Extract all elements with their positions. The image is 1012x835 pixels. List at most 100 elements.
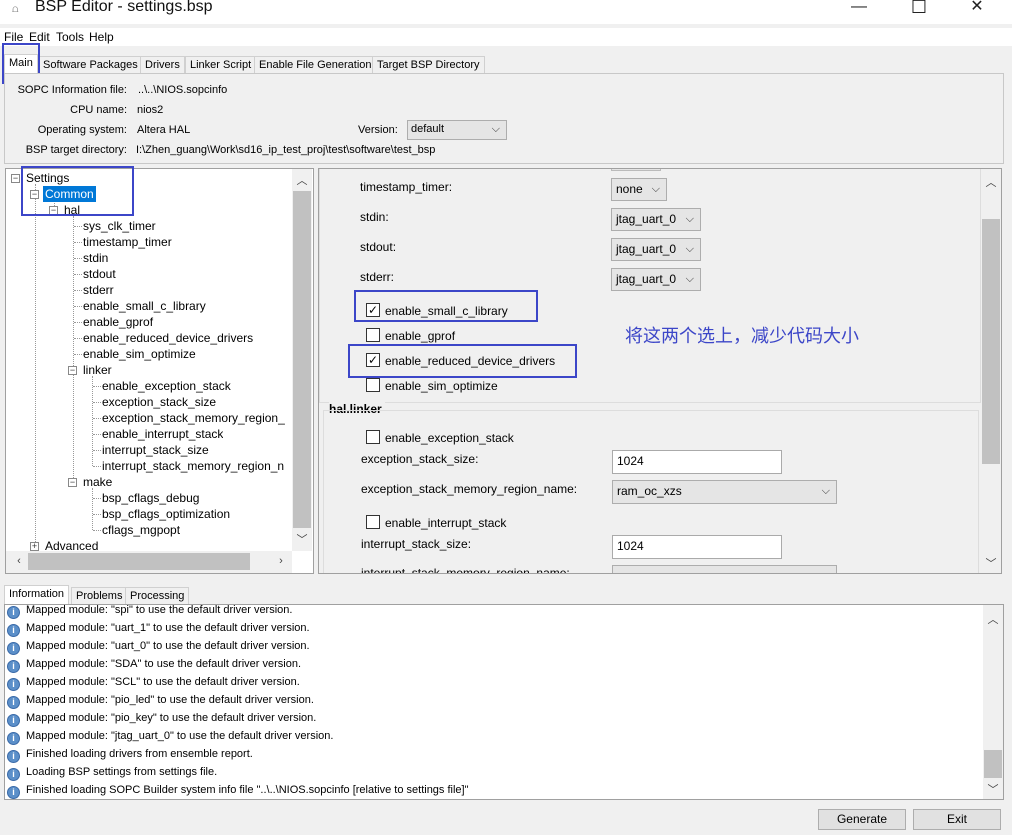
tree-item-leaf[interactable]: enable_gprof [83,314,153,330]
tree-guide [74,274,82,275]
tree-item-leaf[interactable]: bsp_cflags_debug [102,490,199,506]
tree-guide [93,450,101,451]
tab-problems[interactable]: Problems [71,587,128,604]
log-entry: i Mapped module: "SDA" to use the default… [7,655,301,673]
tree-horizontal-scrollbar[interactable]: ‹ › [6,551,292,573]
highlight-box-small-c-library [354,290,538,322]
interrupt-region-select[interactable] [612,565,837,573]
dir-label: BSP target directory: [25,144,127,156]
tree-item-leaf[interactable]: exception_stack_memory_region_ [102,410,285,426]
enable-interrupt-stack-checkbox[interactable] [366,515,380,529]
interrupt-stack-size-input[interactable]: 1024 [612,535,782,559]
scroll-up-icon[interactable]: ︿ [984,611,1002,627]
close-button[interactable]: ✕ [954,0,1000,22]
tree-item-linker[interactable]: linker [83,362,112,378]
tree-item-leaf[interactable]: enable_exception_stack [102,378,231,394]
sys-clk-timer-select[interactable] [611,169,661,171]
tree-item-leaf[interactable]: stderr [83,282,114,298]
collapse-icon[interactable]: − [68,366,77,375]
tab-information[interactable]: Information [4,585,70,604]
tab-processing[interactable]: Processing [125,587,190,604]
scroll-thumb[interactable] [984,750,1002,778]
tree-guide [74,354,82,355]
stderr-label: stderr: [360,270,395,284]
tree-item-leaf[interactable]: enable_interrupt_stack [102,426,223,442]
tree-vertical-scrollbar[interactable]: ︿ ﹀ [292,169,312,551]
tab-enable-file-generation[interactable]: Enable File Generation [254,56,377,74]
tree-guide [74,338,82,339]
stdin-label: stdin: [360,210,389,224]
tree-item-leaf[interactable]: exception_stack_size [102,394,216,410]
tree-item-leaf[interactable]: stdin [83,250,108,266]
stdin-select[interactable]: jtag_uart_0 ⌵ [611,208,701,231]
tree-item-leaf[interactable]: enable_small_c_library [83,298,206,314]
tree-item-leaf[interactable]: interrupt_stack_size [102,442,209,458]
minimize-button[interactable]: — [836,0,882,22]
log-entry: i Mapped module: "uart_0" to use the defa… [7,637,310,655]
scroll-thumb[interactable] [982,219,1000,464]
stdin-value: jtag_uart_0 [616,212,677,226]
tree-item-leaf[interactable]: enable_sim_optimize [83,346,196,362]
menu-edit[interactable]: Edit [29,30,50,44]
stderr-select[interactable]: jtag_uart_0 ⌵ [611,268,701,291]
tab-drivers[interactable]: Drivers [140,56,185,74]
menu-file[interactable]: File [4,30,23,44]
tree-item-leaf[interactable]: stdout [83,266,116,282]
chevron-down-icon: ⌵ [821,485,830,497]
info-icon: i [7,696,20,709]
chevron-down-icon: ⌵ [685,273,694,285]
exit-button[interactable]: Exit [913,809,1001,830]
tab-target-bsp-directory[interactable]: Target BSP Directory [372,56,485,74]
enable-interrupt-stack-label: enable_interrupt_stack [385,516,507,530]
expand-icon[interactable]: + [30,542,39,551]
tree-item-leaf[interactable]: cflags_mgpopt [102,522,180,538]
collapse-icon[interactable]: − [11,174,20,183]
tree-guide [93,402,101,403]
menu-help[interactable]: Help [89,30,114,44]
collapse-icon[interactable]: − [68,478,77,487]
tree-item-leaf[interactable]: enable_reduced_device_drivers [83,330,253,346]
maximize-button[interactable]: ☐ [896,0,942,22]
scroll-right-icon[interactable]: › [272,555,290,567]
sopc-value: ..\..\NIOS.sopcinfo [138,84,228,96]
stderr-value: jtag_uart_0 [616,272,677,286]
enable-exception-stack-checkbox[interactable] [366,430,380,444]
generate-button[interactable]: Generate [818,809,906,830]
scroll-down-icon[interactable]: ﹀ [982,555,1000,571]
tree-guide [93,434,101,435]
tree-item-leaf[interactable]: timestamp_timer [83,234,172,250]
log-text: Mapped module: "jtag_uart_0" to use the … [26,730,334,742]
tab-linker-script[interactable]: Linker Script [185,56,257,74]
enable-gprof-checkbox[interactable] [366,328,380,342]
menu-tools[interactable]: Tools [56,30,84,44]
scroll-thumb[interactable] [293,191,311,528]
enable-sim-optimize-checkbox[interactable] [366,378,380,392]
settings-vertical-scrollbar[interactable]: ︿ ﹀ [981,169,1001,573]
chevron-down-icon: ⌵ [685,213,694,225]
tree-guide [93,514,101,515]
tree-item-leaf[interactable]: sys_clk_timer [83,218,156,234]
tree-item-leaf[interactable]: bsp_cflags_optimization [102,506,230,522]
stdout-select[interactable]: jtag_uart_0 ⌵ [611,238,701,261]
highlight-box-reduced-drivers [348,344,577,378]
scroll-thumb[interactable] [28,553,250,570]
scroll-left-icon[interactable]: ‹ [10,555,28,567]
tree-item-make[interactable]: make [83,474,112,490]
log-entry: i Mapped module: "SCL" to use the default… [7,673,300,691]
timestamp-timer-select[interactable]: none ⌵ [611,178,667,201]
exception-stack-size-input[interactable]: 1024 [612,450,782,474]
log-entry: i Mapped module: "uart_1" to use the defa… [7,619,310,637]
log-vertical-scrollbar[interactable]: ︿ ﹀ [983,605,1003,799]
version-select[interactable]: default ⌵ [407,120,507,140]
log-text: Mapped module: "uart_1" to use the defau… [26,622,310,634]
scroll-up-icon[interactable]: ︿ [982,174,1000,190]
log-panel: i Mapped module: "spi" to use the default… [4,604,1004,800]
enable-gprof-label: enable_gprof [385,329,456,343]
tab-software-packages[interactable]: Software Packages [38,56,143,74]
scroll-down-icon[interactable]: ﹀ [984,781,1002,797]
scroll-down-icon[interactable]: ﹀ [293,531,311,547]
scroll-up-icon[interactable]: ︿ [293,172,311,188]
tree-item-leaf[interactable]: interrupt_stack_memory_region_n [102,458,284,474]
tree-guide [93,386,101,387]
exception-region-select[interactable]: ram_oc_xzs ⌵ [612,480,837,504]
